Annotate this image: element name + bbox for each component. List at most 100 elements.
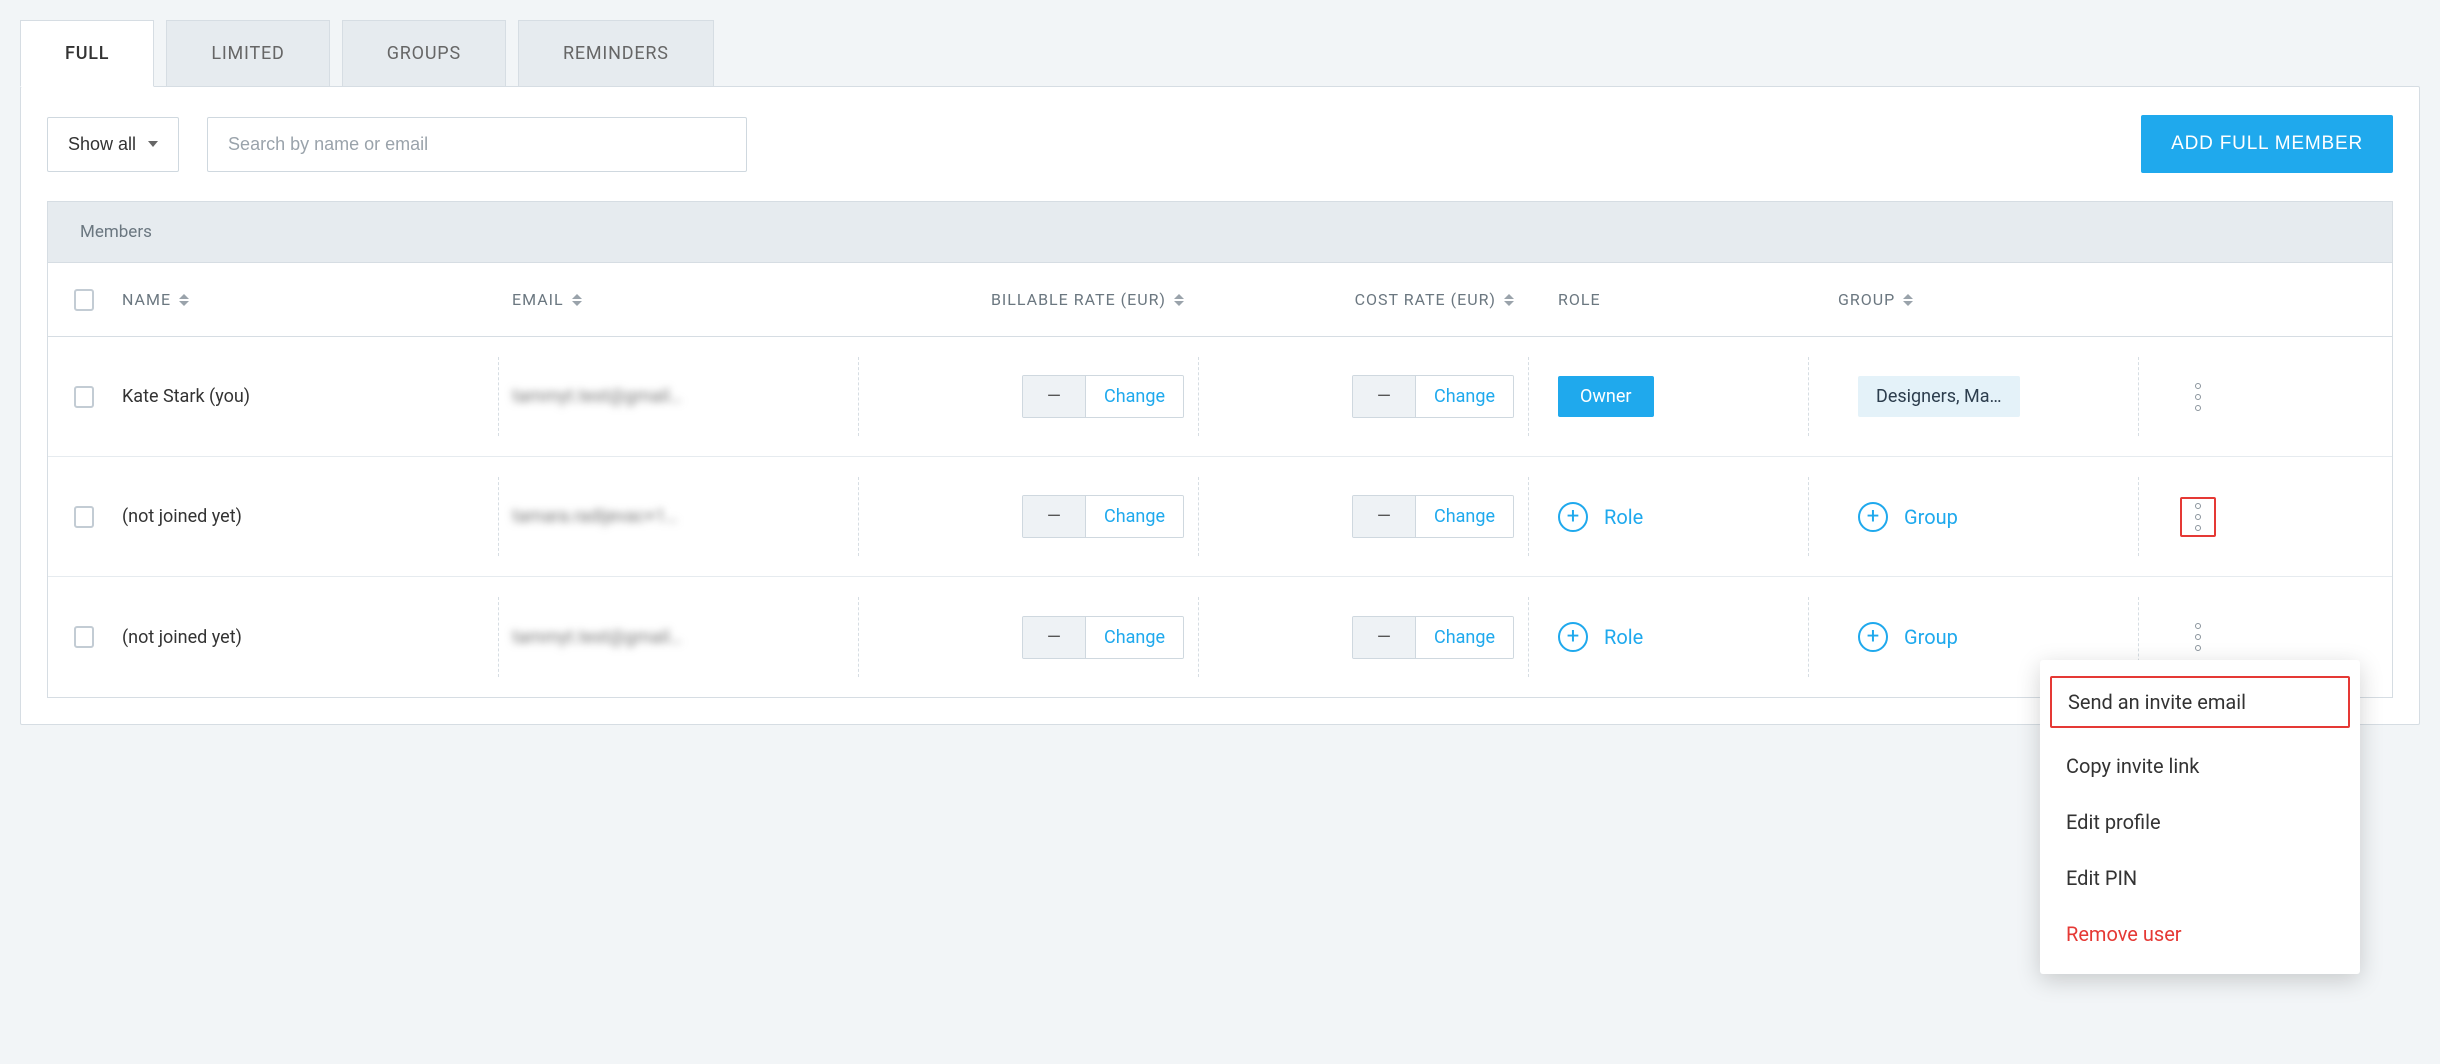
billable-rate-widget: — Change [1022,375,1184,418]
cell-actions [2138,457,2258,576]
group-chip[interactable]: Designers, Ma… [1858,376,2020,417]
tab-full[interactable]: FULL [20,20,154,87]
add-group-button[interactable]: + Group [1858,502,1958,532]
cell-email: tammyt.test@gmail… [498,337,858,456]
select-all-checkbox[interactable] [74,289,94,311]
change-rate-button[interactable]: Change [1416,496,1513,537]
row-actions-menu: Send an invite email Copy invite link Ed… [2040,660,2360,974]
col-role: ROLE [1528,290,1808,309]
menu-send-invite[interactable]: Send an invite email [2050,676,2350,728]
rate-value: — [1023,496,1086,537]
cell-name: (not joined yet) [108,457,498,576]
rate-value: — [1353,496,1416,537]
sort-icon [1903,294,1913,306]
rate-value: — [1023,617,1086,658]
cell-role: + Role [1528,577,1808,697]
sort-icon [572,294,582,306]
table-header: NAME EMAIL BILLABLE RATE (EUR) COST RATE… [48,263,2392,337]
row-actions-menu-button[interactable] [2180,377,2216,417]
col-group-label: GROUP [1838,290,1895,309]
table-row: Kate Stark (you) tammyt.test@gmail… — Ch… [48,337,2392,457]
table-row: (not joined yet) tamara.radijevac+1… — C… [48,457,2392,577]
col-email[interactable]: EMAIL [498,290,858,309]
row-checkbox[interactable] [74,386,94,408]
cell-email: tammyt.test@gmail… [498,577,858,697]
cell-actions [2138,337,2258,456]
tabs-bar: FULL LIMITED GROUPS REMINDERS [20,20,2420,87]
add-group-button[interactable]: + Group [1858,622,1958,652]
toolbar: Show all ADD FULL MEMBER [21,87,2419,201]
member-email: tammyt.test@gmail… [512,627,682,648]
cell-group: + Group [1808,457,2138,576]
cell-name: (not joined yet) [108,577,498,697]
change-rate-button[interactable]: Change [1086,376,1183,417]
billable-rate-widget: — Change [1022,616,1184,659]
col-name[interactable]: NAME [108,290,498,309]
rate-value: — [1353,376,1416,417]
filter-label: Show all [68,134,136,155]
cell-billable: — Change [858,337,1198,456]
col-billable-label: BILLABLE RATE (EUR) [991,290,1166,309]
chevron-down-icon [148,141,158,147]
sort-icon [1174,294,1184,306]
cell-role: + Role [1528,457,1808,576]
cell-email: tamara.radijevac+1… [498,457,858,576]
col-email-label: EMAIL [512,290,564,309]
cell-cost: — Change [1198,337,1528,456]
add-role-button[interactable]: + Role [1558,622,1643,652]
cost-rate-widget: — Change [1352,616,1514,659]
row-actions-menu-button[interactable] [2180,497,2216,537]
add-role-label: Role [1604,625,1643,649]
cell-cost: — Change [1198,577,1528,697]
table-title: Members [48,202,2392,263]
role-badge-owner: Owner [1558,376,1654,417]
member-name: Kate Stark (you) [122,386,250,407]
sort-icon [1504,294,1514,306]
cost-rate-widget: — Change [1352,495,1514,538]
search-input[interactable] [207,117,747,172]
tab-limited[interactable]: LIMITED [166,20,329,87]
change-rate-button[interactable]: Change [1416,617,1513,658]
cell-billable: — Change [858,457,1198,576]
cell-billable: — Change [858,577,1198,697]
add-group-label: Group [1904,505,1958,529]
members-table: Members NAME EMAIL BILLABLE RATE (EUR) [47,201,2393,698]
col-group[interactable]: GROUP [1808,290,2138,309]
col-cost[interactable]: COST RATE (EUR) [1198,290,1528,309]
add-full-member-button[interactable]: ADD FULL MEMBER [2141,115,2393,173]
menu-edit-pin[interactable]: Edit PIN [2040,850,2360,906]
cell-role: Owner [1528,337,1808,456]
col-name-label: NAME [122,290,171,309]
plus-circle-icon: + [1558,622,1588,652]
add-role-button[interactable]: + Role [1558,502,1643,532]
plus-circle-icon: + [1858,622,1888,652]
cell-name: Kate Stark (you) [108,337,498,456]
row-checkbox[interactable] [74,626,94,648]
row-checkbox[interactable] [74,506,94,528]
change-rate-button[interactable]: Change [1086,617,1183,658]
change-rate-button[interactable]: Change [1416,376,1513,417]
col-role-label: ROLE [1558,290,1601,309]
col-billable[interactable]: BILLABLE RATE (EUR) [858,290,1198,309]
add-role-label: Role [1604,505,1643,529]
tab-reminders[interactable]: REMINDERS [518,20,714,87]
menu-edit-profile[interactable]: Edit profile [2040,794,2360,850]
filter-dropdown[interactable]: Show all [47,117,179,172]
cell-cost: — Change [1198,457,1528,576]
member-email: tammyt.test@gmail… [512,386,682,407]
tab-groups[interactable]: GROUPS [342,20,506,87]
plus-circle-icon: + [1558,502,1588,532]
menu-remove-user[interactable]: Remove user [2040,906,2360,962]
change-rate-button[interactable]: Change [1086,496,1183,537]
member-name: (not joined yet) [122,506,242,527]
menu-copy-invite-link[interactable]: Copy invite link [2040,738,2360,794]
member-name: (not joined yet) [122,627,242,648]
cost-rate-widget: — Change [1352,375,1514,418]
rate-value: — [1353,617,1416,658]
row-actions-menu-button[interactable] [2180,617,2216,657]
billable-rate-widget: — Change [1022,495,1184,538]
cell-group: Designers, Ma… [1808,337,2138,456]
main-panel: Show all ADD FULL MEMBER Members NAME EM [20,86,2420,725]
member-email: tamara.radijevac+1… [512,506,678,527]
add-group-label: Group [1904,625,1958,649]
